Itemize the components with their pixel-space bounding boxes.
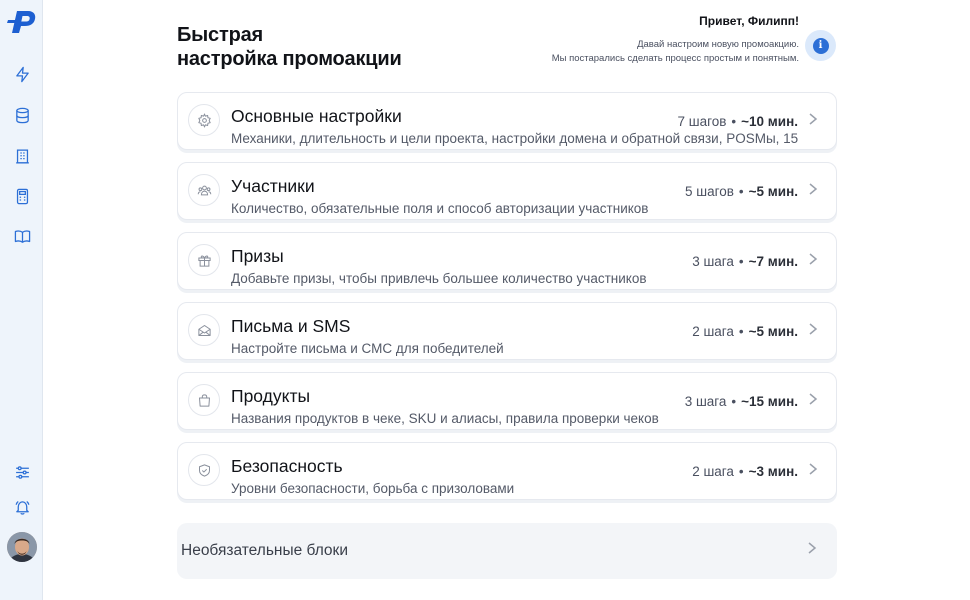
section-steps: 2 шага [692,464,734,479]
section-meta: 2 шага • ~3 мин. [688,463,798,480]
section-description: Добавьте призы, чтобы привлечь большее к… [231,271,647,286]
building-icon [15,148,29,164]
section-duration: ~5 мин. [748,184,798,199]
section-description: Названия продуктов в чеке, SKU и алиасы,… [231,411,659,426]
optional-blocks-label: Необязательные блоки [181,542,348,559]
logo-icon [7,11,36,33]
section-description: Настройте письма и СМС для победителей [231,341,504,356]
section-duration: ~15 мин. [741,394,798,409]
shield-icon [198,463,210,477]
section-icon-wrap [188,244,220,276]
section-steps: 2 шага [692,324,734,339]
section-meta: 3 шага • ~15 мин. [680,393,798,410]
section-title: Письма и SMS [231,316,351,336]
section-meta: 3 шага • ~7 мин. [688,253,798,270]
section-title: Участники [231,176,315,196]
section-steps: 5 шагов [685,184,734,199]
section-duration: ~7 мин. [748,254,798,269]
info-button[interactable]: i [805,30,836,61]
section-steps: 7 шагов [677,114,727,129]
user-avatar-icon [7,532,37,562]
lightning-icon [15,66,29,82]
sidebar-item-lightning[interactable] [11,63,33,85]
section-icon-wrap [188,454,220,486]
section-duration: ~5 мин. [748,324,798,339]
section-steps: 3 шага [692,254,734,269]
database-icon [15,107,29,123]
users-icon [197,185,211,195]
sidebar-item-building[interactable] [11,145,33,167]
section-icon-wrap [188,174,220,206]
chevron-right-icon [809,253,818,265]
bell-icon [15,500,29,515]
section-icon-wrap [188,314,220,346]
sidebar-item-calculator[interactable] [11,185,33,207]
chevron-right-icon [809,183,818,195]
greeting-subtitle-line1: Давай настроим новую промоакцию. [637,39,799,50]
gear-icon [197,112,211,128]
section-duration: ~10 мин. [741,114,798,129]
section-description: Количество, обязательные поля и способ а… [231,201,649,216]
optional-blocks-toggle[interactable]: Необязательные блоки [177,523,837,579]
section-title: Продукты [231,386,311,406]
avatar[interactable] [7,532,37,562]
greeting-subtitle: Давай настроим новую промоакцию. Мы пост… [439,38,799,66]
chevron-right-icon [809,323,818,335]
section-card-security[interactable]: Безопасность Уровни безопасности, борьба… [177,442,837,500]
sidebar-item-notifications[interactable] [11,496,33,518]
calculator-icon [16,188,28,204]
sidebar [0,0,43,600]
section-card-mail-sms[interactable]: Письма и SMS Настройте письма и СМС для … [177,302,837,360]
meta-separator: • [731,394,737,409]
section-duration: ~3 мин. [748,464,798,479]
section-card-participants[interactable]: Участники Количество, обязательные поля … [177,162,837,220]
gift-icon [197,255,211,267]
section-description: Механики, длительность и цели проекта, н… [231,131,799,146]
greeting-subtitle-line2: Мы постарались сделать процесс простым и… [551,53,799,64]
meta-separator: • [731,114,737,129]
sliders-icon [15,465,29,479]
mail-icon [197,324,211,336]
section-title: Призы [231,246,284,266]
section-meta: 2 шага • ~5 мин. [688,323,798,340]
section-description: Уровни безопасности, борьба с призоловам… [231,481,515,496]
chevron-right-icon [809,463,818,475]
logo[interactable] [6,6,38,38]
section-icon-wrap [188,384,220,416]
chevron-right-icon [809,113,818,125]
chevron-right-icon [809,393,818,405]
sidebar-item-settings[interactable] [11,461,33,483]
meta-separator: • [738,464,744,479]
section-steps: 3 шага [684,394,727,409]
greeting-title: Привет, Филипп! [699,14,799,28]
section-card-prizes[interactable]: Призы Добавьте призы, чтобы привлечь бол… [177,232,837,290]
greeting: Привет, Филипп! Давай настроим новую про… [439,14,799,66]
section-title: Основные настройки [231,106,402,126]
info-icon: i [812,37,829,54]
section-card-main-settings[interactable]: Основные настройки Механики, длительност… [177,92,837,150]
chevron-right-icon [808,542,817,554]
section-card-products[interactable]: Продукты Названия продуктов в чеке, SKU … [177,372,837,430]
section-icon-wrap [188,104,220,136]
meta-separator: • [738,324,744,339]
meta-separator: • [738,254,744,269]
section-title: Безопасность [231,456,343,476]
book-icon [14,229,30,243]
meta-separator: • [738,184,744,199]
section-meta: 7 шагов • ~10 мин. [673,113,798,130]
sidebar-item-book[interactable] [11,225,33,247]
section-meta: 5 шагов • ~5 мин. [681,183,798,200]
bag-icon [198,393,210,407]
sidebar-item-database[interactable] [11,104,33,126]
